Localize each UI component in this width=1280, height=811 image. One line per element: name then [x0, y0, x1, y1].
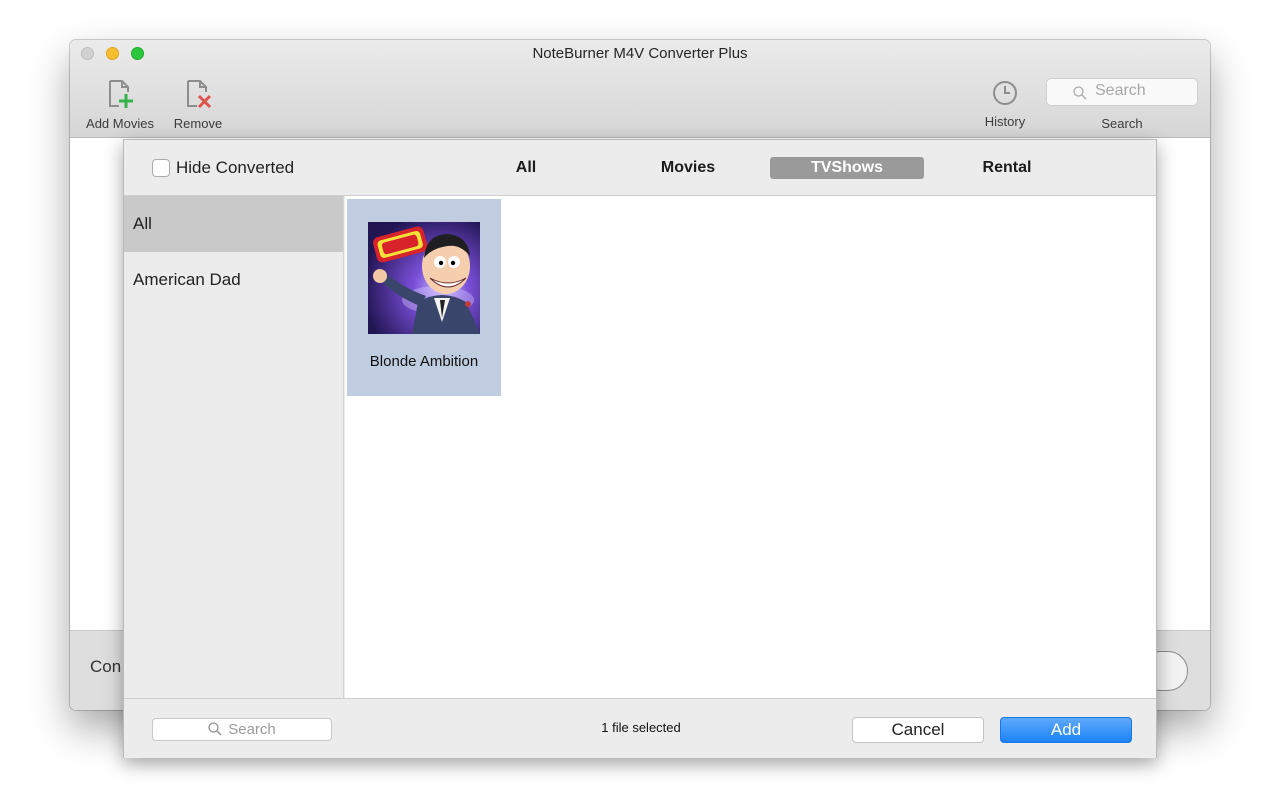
dialog-search-placeholder: Search	[228, 721, 276, 738]
add-file-icon	[109, 80, 133, 108]
media-tile[interactable]: Blonde Ambition	[347, 199, 501, 396]
hide-converted-label: Hide Converted	[176, 158, 295, 177]
remove-label: Remove	[173, 116, 223, 131]
toolbar-search-input[interactable]: Search	[1046, 78, 1198, 106]
titlebar: NoteBurner M4V Converter Plus Add Movies…	[70, 40, 1210, 138]
add-button[interactable]: Add	[1000, 717, 1132, 743]
media-tile-title: Blonde Ambition	[369, 353, 479, 370]
remove-button[interactable]: Remove	[168, 78, 228, 131]
history-button[interactable]: History	[970, 78, 1040, 129]
hide-converted-toggle[interactable]: Hide Converted	[152, 158, 294, 178]
episode-thumbnail	[368, 222, 480, 334]
toolbar-search-placeholder: Search	[1095, 82, 1146, 99]
history-label: History	[984, 114, 1026, 129]
toolbar-search-label: Search	[1101, 116, 1143, 131]
search-icon	[208, 722, 222, 736]
search-icon	[1073, 86, 1087, 100]
tab-movies[interactable]: Movies	[646, 157, 730, 179]
window-title: NoteBurner M4V Converter Plus	[532, 45, 748, 62]
selection-status: 1 file selected	[601, 720, 681, 735]
dialog-sidebar: All American Dad	[124, 196, 344, 698]
add-movies-button[interactable]: Add Movies	[80, 78, 160, 131]
bottom-bar-label: Con	[90, 657, 122, 676]
dialog-footer: Search 1 file selected Cancel Add	[124, 698, 1156, 758]
media-grid: Blonde Ambition	[345, 196, 1156, 698]
sidebar-item-american-dad[interactable]: American Dad	[124, 252, 343, 308]
dialog-header: Hide Converted All Movies TVShows Rental	[124, 140, 1156, 196]
remove-file-icon	[187, 80, 212, 109]
hide-converted-checkbox[interactable]	[152, 159, 170, 177]
add-media-dialog: Hide Converted All Movies TVShows Rental…	[123, 139, 1157, 758]
cancel-button[interactable]: Cancel	[852, 717, 984, 743]
tab-tvshows[interactable]: TVShows	[770, 157, 924, 179]
tab-all[interactable]: All	[496, 157, 556, 179]
add-movies-label: Add Movies	[86, 116, 154, 131]
dialog-search-input[interactable]: Search	[152, 718, 332, 741]
sidebar-item-all[interactable]: All	[124, 196, 343, 252]
clock-icon	[993, 81, 1017, 105]
tab-rental[interactable]: Rental	[974, 157, 1040, 179]
